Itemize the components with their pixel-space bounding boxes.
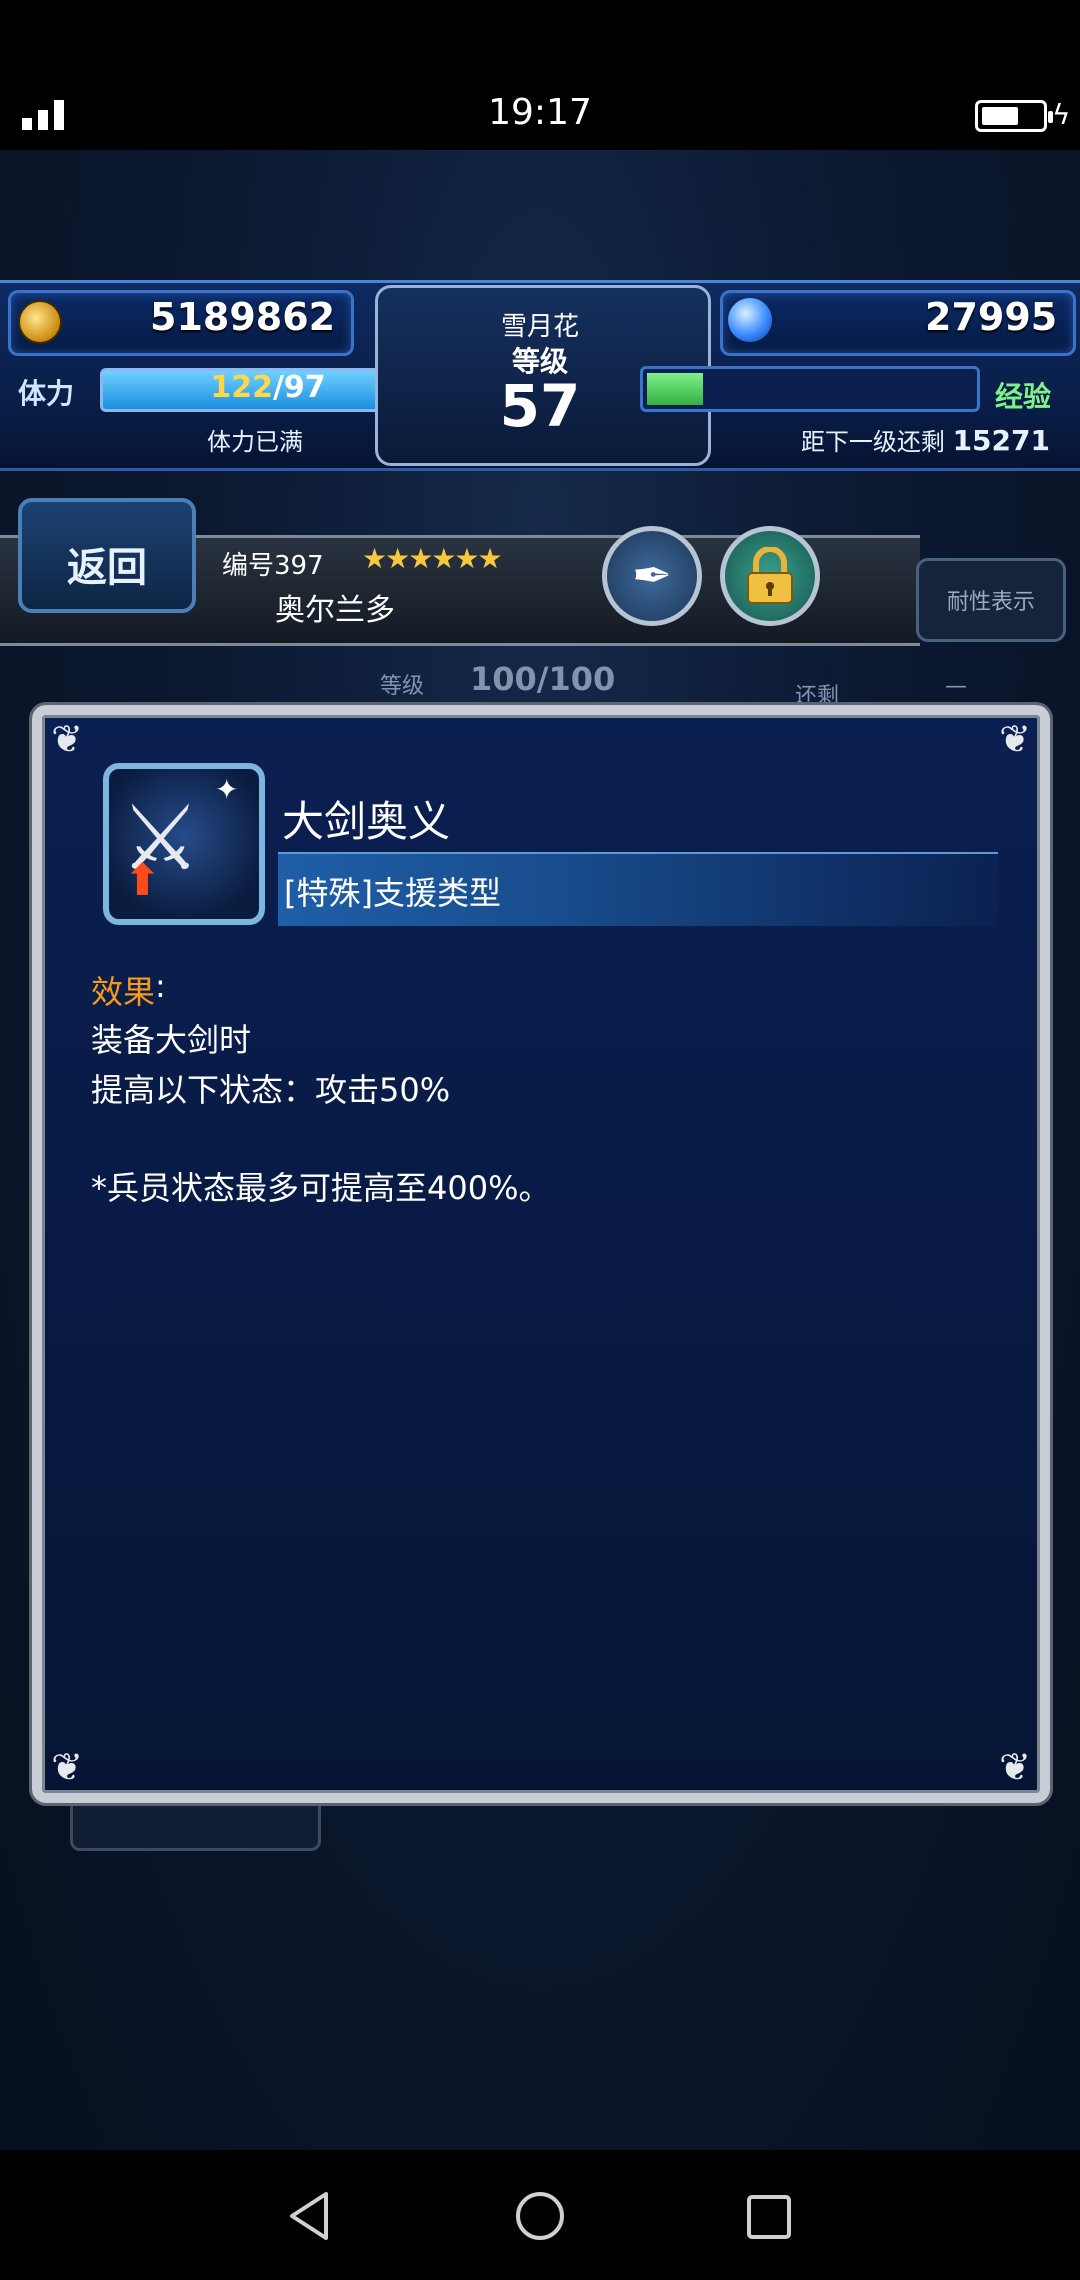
player-name: 雪月花 <box>500 312 579 342</box>
nav-recents-icon[interactable] <box>746 2194 792 2244</box>
skill-name: 大剑奥义 <box>282 797 451 846</box>
bg-level-label: 等级 <box>380 674 425 699</box>
corner-ornament-icon: ❦ <box>51 717 83 761</box>
up-arrow-icon: ⬆ <box>124 855 161 906</box>
effect-line-1: 装备大剑时 <box>91 1021 252 1059</box>
nav-home-icon[interactable] <box>514 2190 566 2246</box>
resistance-button-label[interactable]: 耐性表示 <box>916 584 1066 616</box>
charging-icon: ϟ <box>1052 98 1071 131</box>
gil-amount: 5189862 <box>150 295 336 339</box>
unit-number: 编号397 <box>222 551 324 581</box>
next-level-info: 距下一级还剩 15271 <box>800 424 1050 457</box>
exp-bar <box>640 366 980 412</box>
rarity-stars: ★★★★★★ <box>362 542 503 575</box>
corner-ornament-icon: ❦ <box>51 1745 83 1789</box>
back-button-label[interactable]: 返回 <box>18 535 196 593</box>
unit-name: 奥尔兰多 <box>275 593 395 628</box>
effect-note: *兵员状态最多可提高至400%。 <box>91 1169 551 1207</box>
nav-back-icon[interactable] <box>286 2190 332 2246</box>
lock-icon[interactable] <box>720 526 820 626</box>
bg-level-value: 100/100 <box>470 660 616 698</box>
stamina-status: 体力已满 <box>207 428 303 456</box>
bg-remaining-value: — <box>945 674 967 699</box>
corner-ornament-icon: ❦ <box>999 1745 1031 1789</box>
lapis-crystal-icon <box>728 298 772 342</box>
quill-icon[interactable]: ✒ <box>602 526 702 626</box>
corner-ornament-icon: ❦ <box>999 717 1031 761</box>
effect-label: 效果 <box>91 973 156 1011</box>
stamina-label: 体力 <box>18 377 75 410</box>
effect-colon: : <box>155 967 166 1005</box>
exp-label: 经验 <box>995 380 1052 413</box>
skill-type: [特殊]支援类型 <box>284 874 501 912</box>
effect-line-2: 提高以下状态：攻击50% <box>91 1071 451 1109</box>
sparkle-icon: ✦ <box>215 773 239 806</box>
gil-coin-icon <box>18 300 62 344</box>
gem-amount: 27995 <box>925 295 1058 339</box>
battery-icon <box>975 100 1053 132</box>
status-time: 19:17 <box>488 92 592 133</box>
